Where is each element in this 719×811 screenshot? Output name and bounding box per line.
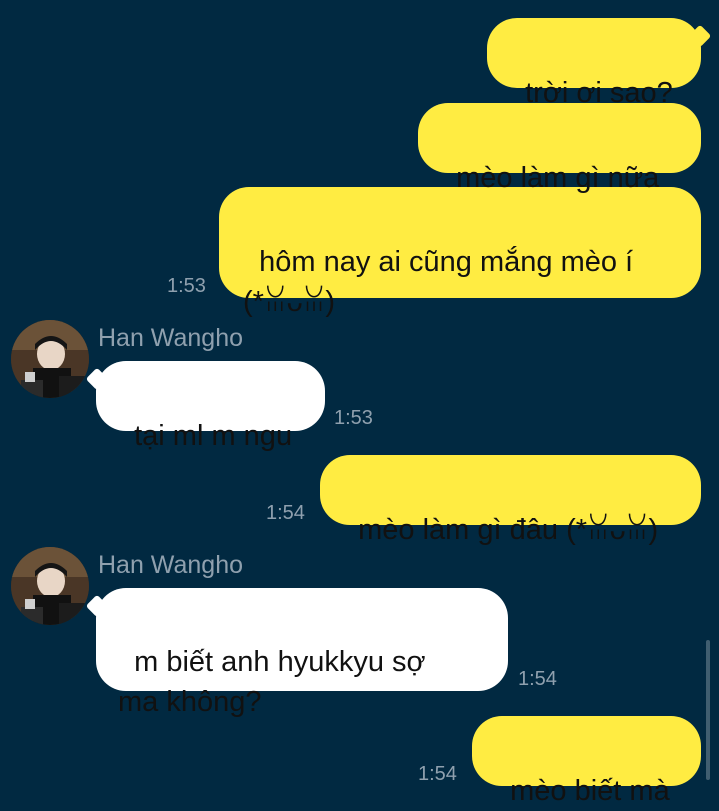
message-text: trời ơi sao?: [525, 77, 673, 109]
sender-name: Han Wangho: [98, 324, 243, 352]
my-message-bubble[interactable]: hôm nay ai cũng mắng mèo í (*ꈍᴗꈍ): [219, 187, 701, 318]
message-text: mèo làm gì đâu (*ꈍᴗꈍ): [358, 514, 659, 546]
avatar-photo-icon: [11, 320, 89, 398]
scrollbar[interactable]: [706, 640, 710, 780]
my-message-bubble[interactable]: mèo biết mà: [472, 716, 701, 807]
my-message-bubble[interactable]: mèo làm gì đâu (*ꈍᴗꈍ): [320, 455, 701, 546]
avatar[interactable]: [11, 320, 89, 398]
their-message-bubble[interactable]: tại ml m ngu: [96, 361, 325, 452]
message-timestamp: 1:53: [167, 275, 206, 297]
message-text: mèo làm gì nữa: [456, 162, 660, 194]
message-text: m biết anh hyukkyu sợ ma không?: [118, 646, 426, 718]
avatar[interactable]: [11, 547, 89, 625]
message-timestamp: 1:54: [266, 502, 305, 524]
avatar-photo-icon: [11, 547, 89, 625]
message-text: mèo biết mà: [510, 775, 670, 807]
message-text: hôm nay ai cũng mắng mèo í (*ꈍᴗꈍ): [243, 246, 634, 318]
my-message-bubble[interactable]: mèo làm gì nữa: [418, 103, 701, 194]
my-message-bubble[interactable]: trời ơi sao?: [487, 18, 701, 109]
sender-name: Han Wangho: [98, 551, 243, 579]
their-message-bubble[interactable]: m biết anh hyukkyu sợ ma không?: [96, 588, 508, 718]
message-timestamp: 1:54: [418, 763, 457, 785]
message-timestamp: 1:53: [334, 407, 373, 429]
message-text: tại ml m ngu: [134, 420, 293, 452]
message-timestamp: 1:54: [518, 668, 557, 690]
